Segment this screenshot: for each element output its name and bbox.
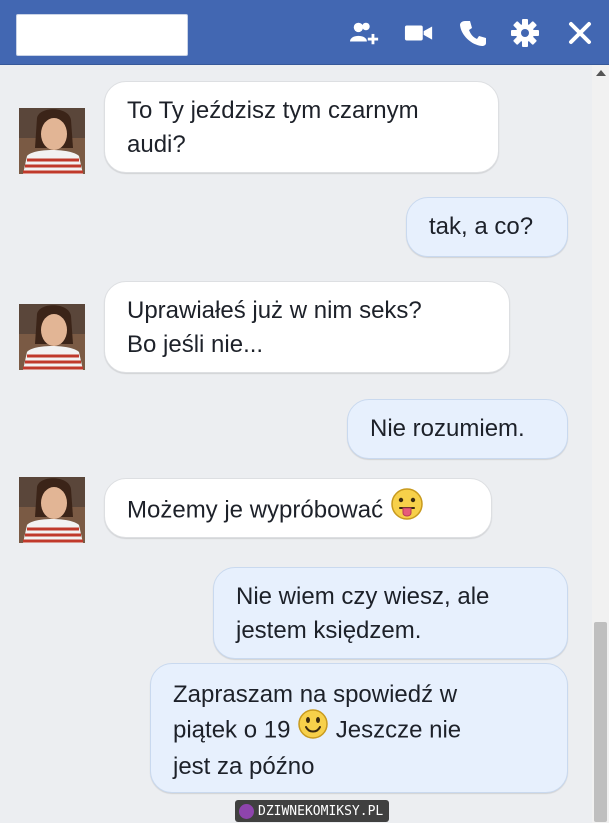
message-line: jestem księdzem.	[236, 617, 422, 644]
site-watermark: DZIWNEKOMIKSY.PL	[235, 800, 390, 822]
phone-call-icon[interactable]	[458, 18, 488, 48]
message-line: To Ty jeździsz tym czarnym	[127, 97, 419, 124]
outgoing-message-bubble[interactable]: tak, a co?	[406, 197, 568, 257]
smiley-face-icon	[297, 708, 329, 750]
contact-avatar[interactable]	[19, 304, 85, 370]
outgoing-message-bubble[interactable]: Nie rozumiem.	[347, 399, 568, 459]
message-line: Nie rozumiem.	[370, 415, 525, 442]
message-line: piątek o 19 Jeszcze nie	[173, 709, 545, 750]
tongue-out-face-icon	[390, 487, 424, 531]
outgoing-message-bubble[interactable]: Nie wiem czy wiesz, ale jestem księdzem.	[213, 567, 568, 659]
message-line: Bo jeśli nie...	[127, 331, 264, 358]
message-text: Jeszcze nie	[335, 716, 462, 744]
message-line: Możemy je wypróbować	[127, 496, 384, 524]
chat-header	[0, 0, 609, 65]
video-call-icon[interactable]	[404, 18, 434, 48]
scroll-up-arrow-icon[interactable]	[596, 70, 606, 76]
incoming-message-bubble[interactable]: To Ty jeździsz tym czarnym audi?	[104, 81, 499, 173]
close-icon[interactable]	[565, 18, 595, 48]
contact-name-field[interactable]	[16, 14, 188, 56]
incoming-message-bubble[interactable]: Uprawiałeś już w nim seks? Bo jeśli nie.…	[104, 281, 510, 373]
message-line: audi?	[127, 131, 186, 158]
add-friend-icon[interactable]	[350, 18, 380, 48]
message-line: jest za późno	[173, 753, 315, 780]
watermark-logo-icon	[239, 803, 254, 819]
message-line: Nie wiem czy wiesz, ale	[236, 583, 490, 610]
settings-gear-icon[interactable]	[510, 18, 540, 48]
message-line: tak, a co?	[429, 213, 534, 240]
contact-avatar[interactable]	[19, 108, 85, 174]
contact-avatar[interactable]	[19, 477, 85, 543]
message-line: Zapraszam na spowiedź w	[173, 681, 458, 708]
incoming-message-bubble[interactable]: Możemy je wypróbować	[104, 478, 492, 538]
outgoing-message-bubble[interactable]: Zapraszam na spowiedź w piątek o 19 Jesz…	[150, 663, 568, 793]
message-line: Uprawiałeś już w nim seks?	[127, 297, 422, 324]
message-text: piątek o 19	[173, 716, 291, 744]
watermark-text: DZIWNEKOMIKSY.PL	[258, 803, 384, 819]
scrollbar-thumb[interactable]	[594, 622, 607, 822]
